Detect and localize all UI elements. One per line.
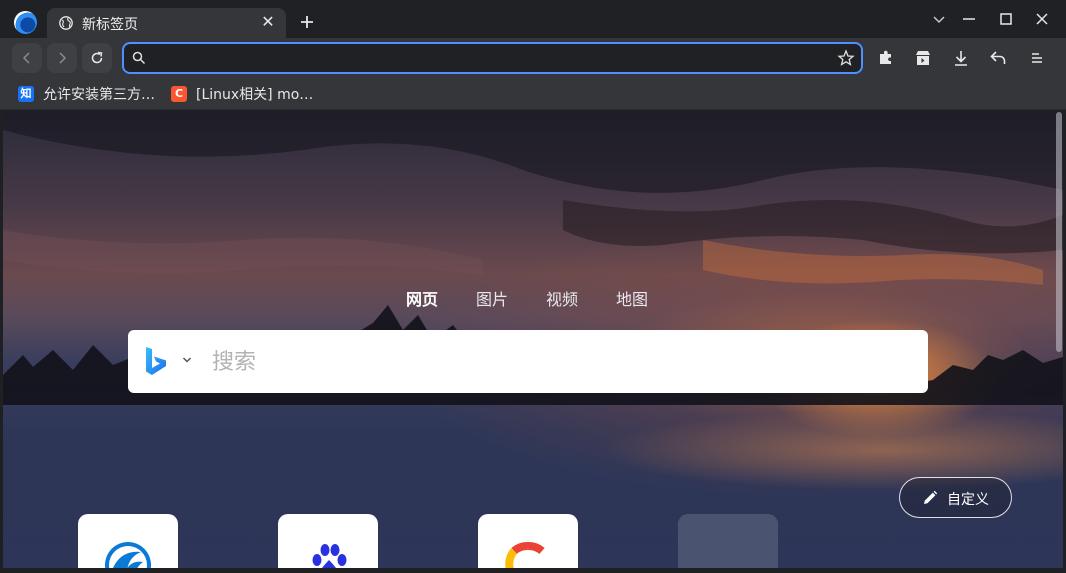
baidu-icon: [312, 544, 347, 568]
back-button[interactable]: [12, 43, 42, 73]
tab-maps[interactable]: 地图: [616, 286, 648, 310]
chevron-down-icon[interactable]: [930, 10, 948, 28]
search-input[interactable]: [212, 347, 902, 377]
tab-videos[interactable]: 视频: [546, 286, 578, 310]
store-icon[interactable]: [913, 48, 933, 68]
menu-icon[interactable]: [1027, 48, 1047, 68]
tab-web[interactable]: 网页: [406, 286, 438, 310]
tab-new-tab[interactable]: 新标签页 ✕: [47, 8, 286, 38]
customize-button[interactable]: 自定义: [899, 477, 1012, 518]
address-input[interactable]: [150, 48, 830, 68]
bookmark-star-icon[interactable]: [837, 49, 855, 67]
shortcut-tile-deepin[interactable]: [78, 514, 178, 568]
bookmarks-bar: 知 允许安装第三方… C [Linux相关] mo…: [0, 78, 1066, 110]
address-bar[interactable]: [122, 42, 863, 74]
bookmark-item-csdn[interactable]: C [Linux相关] mo…: [171, 83, 313, 105]
background-clouds: [3, 110, 1063, 285]
new-tab-page: 网页 图片 视频 地图 自定义: [3, 110, 1063, 568]
forward-button[interactable]: [47, 43, 77, 73]
tab-title: 新标签页: [82, 17, 138, 33]
shortcut-tile-baidu[interactable]: [278, 514, 378, 568]
minimize-icon[interactable]: [960, 10, 978, 28]
chevron-down-icon[interactable]: [182, 356, 192, 364]
bookmark-label: 允许安装第三方…: [43, 87, 155, 103]
reload-button[interactable]: [82, 43, 112, 73]
window-frame-left: [0, 110, 3, 573]
search-type-tabs: 网页 图片 视频 地图: [3, 286, 1063, 310]
tab-images[interactable]: 图片: [476, 286, 508, 310]
bing-icon[interactable]: [144, 346, 168, 378]
window-close-icon[interactable]: [1033, 10, 1051, 28]
browser-logo-icon: [14, 11, 37, 34]
undo-icon[interactable]: [988, 48, 1008, 68]
window-frame-bottom: [0, 568, 1066, 573]
maximize-icon[interactable]: [997, 10, 1015, 28]
add-shortcut-icon: [703, 538, 753, 568]
shortcut-tile-google[interactable]: [478, 514, 578, 568]
puzzle-icon[interactable]: [876, 48, 896, 68]
download-icon[interactable]: [951, 48, 971, 68]
pencil-icon: [924, 490, 938, 504]
title-bar: 新标签页 ✕: [0, 0, 1066, 38]
forward-icon: [59, 52, 67, 64]
search-box: [128, 330, 928, 393]
scrollbar-thumb[interactable]: [1056, 112, 1062, 352]
bookmark-item-zhihu[interactable]: 知 允许安装第三方…: [18, 83, 155, 105]
csdn-favicon-icon: C: [171, 86, 187, 102]
new-tab-icon[interactable]: [297, 12, 317, 32]
page-scrollbar[interactable]: [1053, 110, 1063, 568]
deepin-icon: [105, 542, 151, 568]
search-icon: [132, 51, 146, 65]
bookmark-label: [Linux相关] mo…: [196, 87, 314, 103]
back-icon: [22, 52, 30, 64]
globe-icon: [59, 16, 73, 30]
google-icon: [505, 542, 545, 568]
toolbar: [0, 38, 1066, 78]
zhihu-favicon-icon: 知: [18, 86, 34, 102]
add-shortcut-tile[interactable]: [678, 514, 778, 568]
reload-icon: [91, 51, 103, 64]
tab-close-icon[interactable]: ✕: [260, 13, 276, 31]
customize-label: 自定义: [947, 492, 989, 508]
